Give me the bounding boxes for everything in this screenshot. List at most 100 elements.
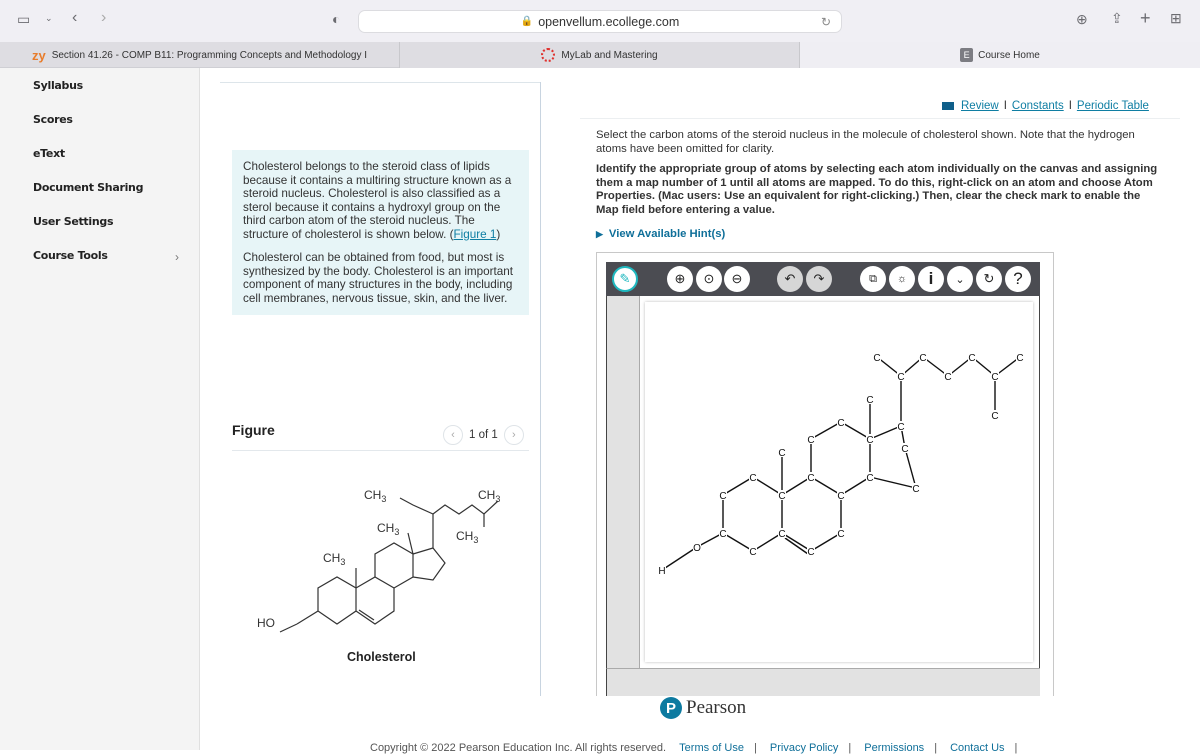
tab-label: Course Home: [978, 49, 1040, 61]
editor-right-border: [1039, 296, 1040, 696]
zoom-fit-icon[interactable]: ⊙: [696, 266, 722, 292]
lightbulb-icon[interactable]: ☼: [889, 266, 915, 292]
carbon-atom[interactable]: C: [1016, 353, 1023, 364]
copyright-text: Copyright © 2022 Pearson Education Inc. …: [370, 742, 667, 754]
periodic-table-link[interactable]: Periodic Table: [1077, 100, 1149, 112]
ch3-label: CH3: [478, 488, 500, 504]
sidebar-item-scores[interactable]: Scores: [33, 113, 73, 126]
chevron-down-icon[interactable]: ⌄: [45, 13, 53, 24]
new-tab-icon[interactable]: +: [1140, 8, 1151, 29]
tab-bar: zy Section 41.26 - COMP B11: Programming…: [0, 42, 1200, 68]
carbon-atom[interactable]: C: [749, 473, 756, 484]
privacy-link[interactable]: Privacy Policy: [770, 742, 838, 754]
figure-page-count: 1 of 1: [469, 429, 498, 441]
carbon-atom[interactable]: C: [968, 353, 975, 364]
carbon-atom[interactable]: C: [778, 448, 785, 459]
sidebar-item-syllabus[interactable]: Syllabus: [33, 79, 83, 92]
sidebar-toggle-icon[interactable]: ▭: [17, 11, 30, 28]
download-icon[interactable]: ⊕: [1076, 11, 1088, 28]
carbon-atom[interactable]: C: [866, 435, 873, 446]
figure-title: Figure: [232, 422, 275, 438]
pearson-logo-icon: P: [660, 697, 682, 719]
paren-close: ): [496, 227, 501, 241]
hydrogen-atom[interactable]: H: [658, 566, 665, 577]
share-icon[interactable]: ⇪: [1111, 10, 1123, 27]
sidebar-item-user-settings[interactable]: User Settings: [33, 215, 114, 228]
ch3-label: CH3: [323, 551, 345, 567]
molecule-structure[interactable]: H O C C C C C C C C C C C C C C C C C C C C C C C C C C C: [645, 302, 1033, 662]
back-icon[interactable]: ‹: [72, 9, 77, 27]
carbon-atom[interactable]: C: [719, 491, 726, 502]
carbon-atom[interactable]: C: [807, 547, 814, 558]
reset-icon[interactable]: ↻: [976, 266, 1002, 292]
permissions-link[interactable]: Permissions: [864, 742, 924, 754]
triangle-right-icon: ▶: [596, 228, 603, 239]
carbon-atom[interactable]: C: [837, 491, 844, 502]
next-figure-button[interactable]: ›: [503, 425, 524, 445]
copy-template-icon[interactable]: ⧉: [860, 266, 886, 292]
constants-link[interactable]: Constants: [1012, 100, 1064, 112]
sidebar-item-document-sharing[interactable]: Document Sharing: [33, 181, 143, 194]
zy-logo-icon: zy: [31, 47, 46, 63]
carbon-atom[interactable]: C: [866, 473, 873, 484]
carbon-atom[interactable]: C: [719, 529, 726, 540]
carbon-atom[interactable]: C: [807, 435, 814, 446]
carbon-atom[interactable]: C: [837, 418, 844, 429]
molecule-canvas[interactable]: H O C C C C C C C C C C C C C C C C C C C C C C C C C C C: [645, 302, 1033, 662]
carbon-atom[interactable]: C: [897, 422, 904, 433]
carbon-atom[interactable]: C: [749, 547, 756, 558]
tab-mylab[interactable]: MyLab and Mastering: [400, 42, 800, 68]
carbon-atom[interactable]: C: [944, 372, 951, 383]
carbon-atom[interactable]: C: [778, 529, 785, 540]
carbon-atom[interactable]: C: [866, 395, 873, 406]
contact-link[interactable]: Contact Us: [950, 742, 1004, 754]
editor-left-toolstrip[interactable]: [606, 296, 640, 668]
help-icon[interactable]: ?: [1005, 266, 1031, 292]
sidebar-item-course-tools[interactable]: Course Tools: [33, 249, 108, 262]
carbon-atom[interactable]: C: [991, 372, 998, 383]
carbon-atom[interactable]: C: [912, 484, 919, 495]
carbon-atom[interactable]: C: [873, 353, 880, 364]
sidebar-item-etext[interactable]: eText: [33, 147, 65, 160]
forward-icon[interactable]: ›: [101, 9, 106, 27]
carbon-atom[interactable]: C: [919, 353, 926, 364]
carbon-atom[interactable]: C: [837, 529, 844, 540]
carbon-atom[interactable]: C: [901, 444, 908, 455]
redo-icon[interactable]: ↷: [806, 266, 832, 292]
zoom-out-icon[interactable]: ⊖: [724, 266, 750, 292]
double-bond[interactable]: [784, 537, 809, 555]
chevron-right-icon[interactable]: ›: [175, 250, 179, 264]
bond[interactable]: [661, 546, 698, 571]
pearson-logo-icon: [541, 48, 556, 62]
carbon-atom[interactable]: C: [778, 491, 785, 502]
prev-figure-button[interactable]: ‹: [443, 425, 463, 445]
footer: Copyright © 2022 Pearson Education Inc. …: [370, 742, 1018, 754]
tab-overview-icon[interactable]: ⊞: [1170, 10, 1182, 27]
view-hints-toggle[interactable]: ▶ View Available Hint(s): [596, 228, 725, 240]
reload-icon[interactable]: ↻: [821, 15, 831, 29]
shield-icon[interactable]: ◐: [332, 11, 340, 27]
bond[interactable]: [869, 476, 917, 489]
terms-link[interactable]: Terms of Use: [679, 742, 744, 754]
figure-divider: [232, 450, 529, 451]
zoom-in-icon[interactable]: ⊕: [667, 266, 693, 292]
draw-pen-icon[interactable]: ✎: [612, 266, 638, 292]
hint-label: View Available Hint(s): [608, 228, 726, 240]
info-icon[interactable]: i: [918, 266, 944, 292]
carbon-atom[interactable]: C: [897, 372, 904, 383]
editor-bottom-toolstrip[interactable]: [606, 668, 1040, 696]
review-link[interactable]: Review: [961, 100, 999, 112]
bond[interactable]: [869, 425, 902, 440]
ho-label: HO: [257, 616, 275, 630]
oxygen-atom[interactable]: O: [693, 543, 701, 554]
undo-icon[interactable]: ↶: [777, 266, 803, 292]
tab-zybooks[interactable]: zy Section 41.26 - COMP B11: Programming…: [0, 42, 400, 68]
carbon-atom[interactable]: C: [991, 411, 998, 422]
pane-divider[interactable]: [540, 82, 541, 696]
figure-link[interactable]: Figure 1: [453, 228, 496, 241]
address-bar[interactable]: 🔒 openvellum.ecollege.com ↻: [358, 10, 842, 33]
chevron-down-icon[interactable]: ⌄: [947, 266, 973, 292]
book-icon: [942, 102, 954, 110]
tab-course-home[interactable]: E Course Home: [800, 42, 1200, 68]
carbon-atom[interactable]: C: [807, 473, 814, 484]
